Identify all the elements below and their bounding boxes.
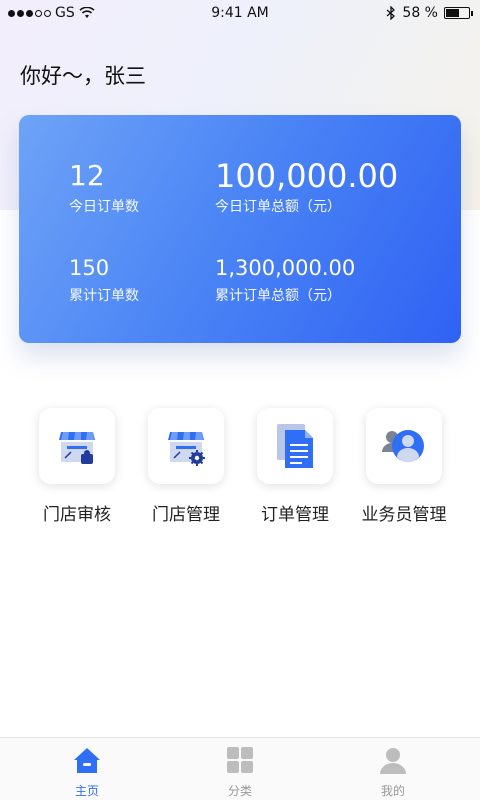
stat-value: 100,000.00 <box>215 157 399 195</box>
document-icon[interactable] <box>257 408 333 484</box>
menu-label: 门店审核 <box>43 505 111 525</box>
user-icon <box>380 748 406 774</box>
stat-label: 今日订单数 <box>69 199 139 215</box>
stat-value: 150 <box>69 256 110 280</box>
menu-store-review[interactable]: 门店审核 <box>22 408 132 525</box>
menu-store-management[interactable]: 门店管理 <box>131 408 241 525</box>
stat-label: 累计订单总额（元） <box>215 288 341 304</box>
store-settings-icon[interactable] <box>148 408 224 484</box>
feature-grid: 门店审核 门店管理 订单管理 业务员管理 <box>0 408 480 528</box>
tab-profile[interactable]: 我的 <box>353 746 433 799</box>
stats-card: 12 今日订单数 100,000.00 今日订单总额（元） 150 累计订单数 … <box>19 115 461 343</box>
battery-icon <box>444 7 473 19</box>
stat-label: 今日订单总额（元） <box>215 199 341 215</box>
home-icon <box>74 748 100 773</box>
stat-total-amount: 1,300,000.00 累计订单总额（元） <box>215 255 355 305</box>
tab-category[interactable]: 分类 <box>200 746 280 799</box>
tab-label: 分类 <box>227 784 252 798</box>
bluetooth-icon <box>386 6 396 20</box>
menu-salesman-management[interactable]: 业务员管理 <box>349 408 459 525</box>
tab-label: 主页 <box>74 784 99 798</box>
stat-today-amount: 100,000.00 今日订单总额（元） <box>215 160 398 216</box>
grid-icon <box>227 747 253 773</box>
stat-value: 12 <box>69 159 105 192</box>
menu-label: 业务员管理 <box>361 505 447 525</box>
stat-total-orders: 150 累计订单数 <box>69 255 139 305</box>
tab-home[interactable]: 主页 <box>47 746 127 799</box>
bottom-tab-bar: 主页 分类 我的 <box>0 737 480 800</box>
stat-today-orders: 12 今日订单数 <box>69 160 139 216</box>
greeting-text: 你好～，张三 <box>20 64 146 88</box>
battery-percent: 58 % <box>402 5 438 21</box>
status-bar: GS 9:41 AM 58 % <box>0 0 480 26</box>
menu-label: 门店管理 <box>152 505 220 525</box>
menu-label: 订单管理 <box>261 505 329 525</box>
menu-order-management[interactable]: 订单管理 <box>240 408 350 525</box>
stat-value: 1,300,000.00 <box>215 256 356 280</box>
battery-level <box>446 9 459 17</box>
status-right: 58 % <box>386 5 473 21</box>
users-icon[interactable] <box>366 408 442 484</box>
tab-label: 我的 <box>380 784 405 798</box>
stat-label: 累计订单数 <box>69 288 139 304</box>
store-review-icon[interactable] <box>39 408 115 484</box>
